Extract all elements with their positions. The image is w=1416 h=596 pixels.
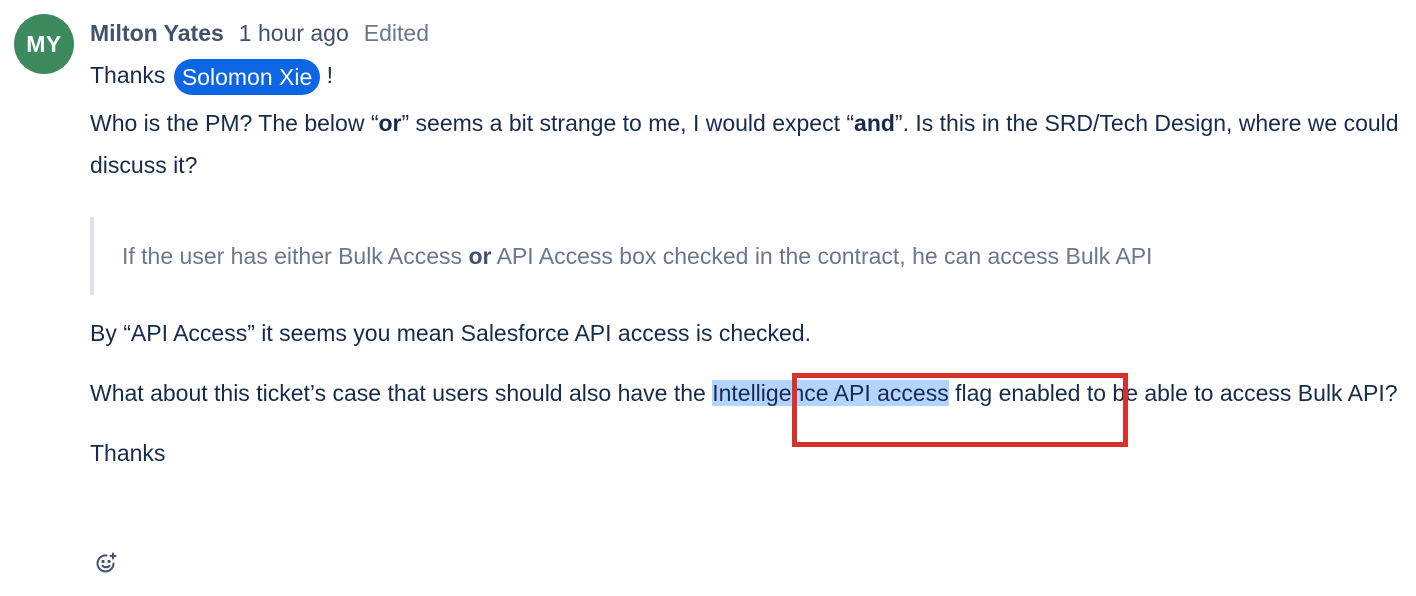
- quote-text: If the user has either Bulk Access: [122, 243, 469, 269]
- avatar[interactable]: MY: [14, 14, 74, 74]
- author-name[interactable]: Milton Yates: [90, 20, 224, 47]
- comment-paragraph: What about this ticket’s case that users…: [90, 372, 1410, 414]
- bold-text: or: [378, 110, 402, 136]
- comment-header: Milton Yates 1 hour ago Edited: [90, 14, 1410, 52]
- highlighted-text: Intelligence API access: [712, 380, 949, 406]
- thanks-text: Thanks: [90, 62, 166, 88]
- paragraph-text: Who is the PM? The below “: [90, 110, 379, 136]
- user-mention[interactable]: Solomon Xie: [173, 58, 321, 95]
- comment-paragraph: By “API Access” it seems you mean Salesf…: [90, 320, 811, 346]
- bold-text: and: [854, 110, 895, 136]
- comment-paragraph: Thanks: [90, 440, 166, 466]
- add-reaction-icon[interactable]: [94, 551, 118, 575]
- comment-timestamp[interactable]: 1 hour ago: [239, 20, 349, 47]
- comment-paragraph: Who is the PM? The below “or” seems a bi…: [90, 102, 1410, 186]
- comment-body: Thanks Solomon Xie ! Who is the PM? The …: [90, 52, 1410, 474]
- comment: Milton Yates 1 hour ago Edited Thanks So…: [90, 14, 1410, 474]
- paragraph-text: What about this ticket’s case that users…: [90, 380, 713, 406]
- quote-text: API Access box checked in the contract, …: [491, 243, 1153, 269]
- comment-paragraph: Thanks Solomon Xie !: [90, 52, 1410, 98]
- paragraph-text: ” seems a bit strange to me, I would exp…: [401, 110, 855, 136]
- thanks-suffix: !: [320, 62, 334, 88]
- edited-label: Edited: [363, 19, 429, 46]
- blockquote: If the user has either Bulk Access or AP…: [90, 217, 1402, 295]
- paragraph-text: flag enabled to be able to access Bulk A…: [948, 380, 1398, 406]
- bold-text: or: [468, 243, 492, 269]
